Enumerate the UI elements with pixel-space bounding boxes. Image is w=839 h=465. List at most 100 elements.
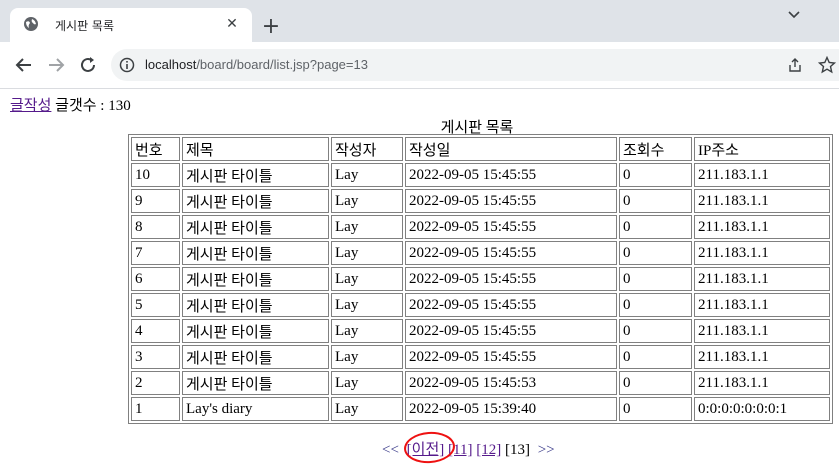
header-author: 작성자	[331, 137, 403, 161]
cell-number: 3	[131, 345, 180, 369]
cell-views: 0	[619, 267, 692, 291]
cell-author: Lay	[331, 345, 403, 369]
cell-views: 0	[619, 163, 692, 187]
share-icon[interactable]	[787, 57, 803, 73]
cell-author: Lay	[331, 163, 403, 187]
pagination: << [이전] [11] [12] [13] >>	[382, 438, 559, 459]
browser-tab[interactable]: 게시판 목록 ✕	[10, 8, 252, 42]
first-page-link[interactable]: <<	[382, 442, 399, 458]
close-icon[interactable]: ✕	[222, 14, 242, 34]
cell-number: 1	[131, 397, 180, 421]
table-row: 9 게시판 타이틀 Lay 2022-09-05 15:45:55 0 211.183.1…	[131, 189, 830, 213]
cell-title: 게시판 타이틀	[182, 163, 329, 187]
browser-toolbar: localhost/board/board/list.jsp?page=13	[0, 42, 839, 89]
cell-number: 5	[131, 293, 180, 317]
forward-arrow-icon[interactable]	[46, 55, 66, 75]
table-row: 6 게시판 타이틀 Lay 2022-09-05 15:45:55 0 211.183.1…	[131, 267, 830, 291]
board-table-body: 번호 제목 작성자 작성일 조회수 IP주소 10 게시판 타이틀 Lay 2022-…	[131, 137, 830, 421]
cell-title: 게시판 타이틀	[182, 319, 329, 343]
write-post-link[interactable]: 글작성	[10, 98, 51, 114]
cell-date: 2022-09-05 15:45:55	[405, 293, 617, 317]
table-row: 10 게시판 타이틀 Lay 2022-09-05 15:45:55 0 211.183.…	[131, 163, 830, 187]
header-ip: IP주소	[694, 137, 830, 161]
cell-ip: 211.183.1.1	[694, 215, 830, 239]
cell-ip: 211.183.1.1	[694, 319, 830, 343]
header-views: 조회수	[619, 137, 692, 161]
cell-ip: 211.183.1.1	[694, 241, 830, 265]
cell-views: 0	[619, 397, 692, 421]
board-summary: 글작성 글갯수 : 130	[10, 94, 131, 115]
cell-title: 게시판 타이틀	[182, 267, 329, 291]
cell-date: 2022-09-05 15:45:55	[405, 215, 617, 239]
cell-date: 2022-09-05 15:45:55	[405, 241, 617, 265]
cell-number: 9	[131, 189, 180, 213]
cell-ip: 211.183.1.1	[694, 267, 830, 291]
page-content: 글작성 글갯수 : 130 게시판 목록 번호 제목 작성자 작성일 조회수 I…	[0, 89, 839, 465]
cell-ip: 211.183.1.1	[694, 189, 830, 213]
cell-number: 6	[131, 267, 180, 291]
table-row: 1 Lay's diary Lay 2022-09-05 15:39:40 0 0:0:0…	[131, 397, 830, 421]
back-arrow-icon[interactable]	[14, 55, 34, 75]
cell-author: Lay	[331, 371, 403, 395]
cell-ip: 211.183.1.1	[694, 345, 830, 369]
cell-author: Lay	[331, 319, 403, 343]
tab-strip: 게시판 목록 ✕ +	[0, 0, 839, 42]
cell-ip: 211.183.1.1	[694, 163, 830, 187]
tab-title: 게시판 목록	[55, 19, 115, 33]
cell-author: Lay	[331, 267, 403, 291]
cell-title: 게시판 타이틀	[182, 293, 329, 317]
table-row: 5 게시판 타이틀 Lay 2022-09-05 15:45:55 0 211.183.1…	[131, 293, 830, 317]
cell-author: Lay	[331, 241, 403, 265]
cell-ip: 211.183.1.1	[694, 371, 830, 395]
post-count: 글갯수 : 130	[55, 98, 131, 114]
cell-number: 7	[131, 241, 180, 265]
reload-icon[interactable]	[78, 55, 98, 75]
cell-author: Lay	[331, 215, 403, 239]
url-text: localhost/board/board/list.jsp?page=13	[145, 57, 368, 72]
cell-views: 0	[619, 293, 692, 317]
globe-icon	[24, 17, 38, 31]
cell-views: 0	[619, 371, 692, 395]
cell-title: 게시판 타이틀	[182, 215, 329, 239]
cell-date: 2022-09-05 15:45:53	[405, 371, 617, 395]
cell-title: 게시판 타이틀	[182, 345, 329, 369]
cell-date: 2022-09-05 15:39:40	[405, 397, 617, 421]
header-number: 번호	[131, 137, 180, 161]
cell-number: 2	[131, 371, 180, 395]
cell-title: 게시판 타이틀	[182, 371, 329, 395]
star-icon[interactable]	[818, 56, 836, 74]
table-row: 3 게시판 타이틀 Lay 2022-09-05 15:45:55 0 211.183.1…	[131, 345, 830, 369]
table-header-row: 번호 제목 작성자 작성일 조회수 IP주소	[131, 137, 830, 161]
page-link-12[interactable]: [12]	[476, 442, 501, 458]
plus-icon[interactable]: +	[260, 16, 282, 38]
board-table: 번호 제목 작성자 작성일 조회수 IP주소 10 게시판 타이틀 Lay 2022-…	[128, 134, 833, 424]
chevron-down-icon[interactable]	[787, 8, 801, 22]
cell-title: 게시판 타이틀	[182, 189, 329, 213]
cell-author: Lay	[331, 189, 403, 213]
last-page-link[interactable]: >>	[538, 442, 555, 458]
header-date: 작성일	[405, 137, 617, 161]
cell-ip: 211.183.1.1	[694, 293, 830, 317]
cell-author: Lay	[331, 397, 403, 421]
url-path: /board/board/list.jsp?page=13	[196, 57, 368, 72]
current-page: [13]	[504, 442, 530, 458]
info-icon[interactable]	[119, 57, 135, 73]
header-title: 제목	[182, 137, 329, 161]
cell-title: Lay's diary	[182, 397, 329, 421]
page-link-11[interactable]: [11]	[448, 442, 472, 458]
cell-author: Lay	[331, 293, 403, 317]
cell-views: 0	[619, 215, 692, 239]
cell-number: 10	[131, 163, 180, 187]
cell-ip: 0:0:0:0:0:0:0:1	[694, 397, 830, 421]
cell-views: 0	[619, 319, 692, 343]
cell-date: 2022-09-05 15:45:55	[405, 163, 617, 187]
cell-date: 2022-09-05 15:45:55	[405, 267, 617, 291]
cell-number: 4	[131, 319, 180, 343]
cell-date: 2022-09-05 15:45:55	[405, 189, 617, 213]
prev-page-link[interactable]: [이전]	[407, 442, 445, 458]
cell-title: 게시판 타이틀	[182, 241, 329, 265]
cell-number: 8	[131, 215, 180, 239]
table-row: 7 게시판 타이틀 Lay 2022-09-05 15:45:55 0 211.183.1…	[131, 241, 830, 265]
address-bar[interactable]: localhost/board/board/list.jsp?page=13	[111, 49, 839, 81]
table-row: 8 게시판 타이틀 Lay 2022-09-05 15:45:55 0 211.183.1…	[131, 215, 830, 239]
